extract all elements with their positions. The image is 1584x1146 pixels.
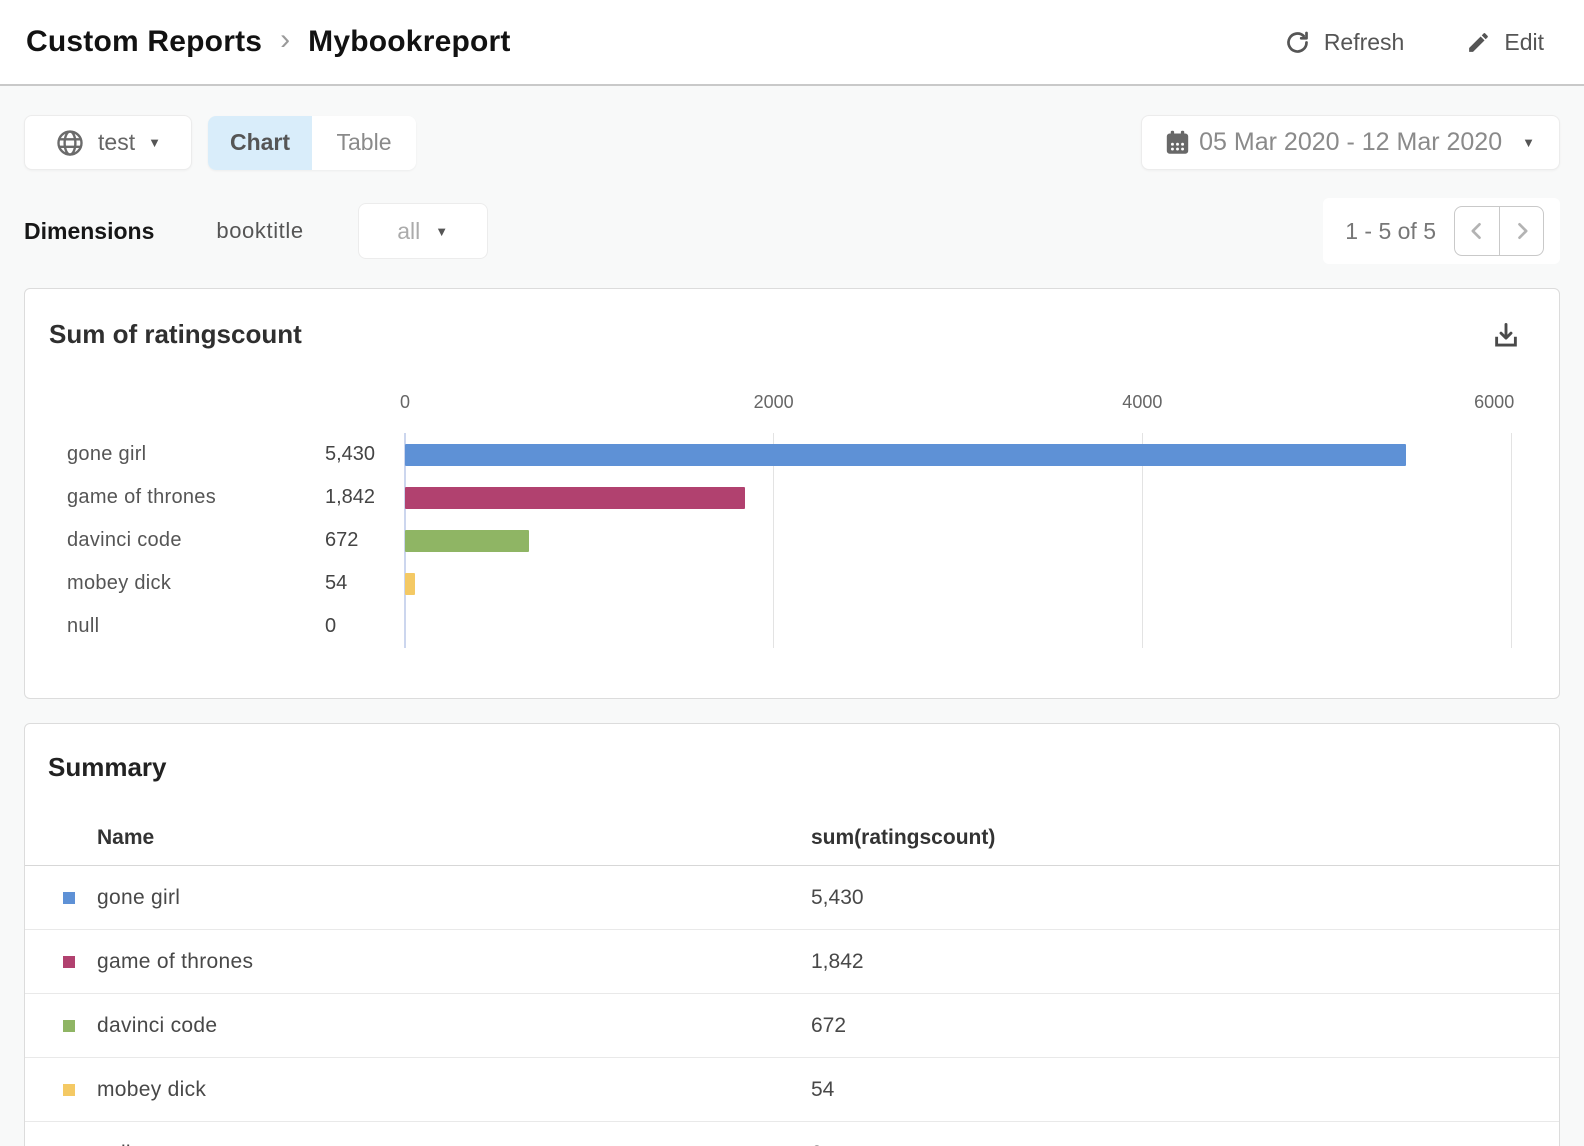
series-color-swatch	[63, 956, 75, 968]
edit-button[interactable]: Edit	[1466, 29, 1544, 56]
caret-down-icon: ▼	[1522, 135, 1535, 150]
cell-value: 672	[811, 1014, 846, 1038]
chart-title: Sum of ratingscount	[49, 319, 302, 350]
breadcrumb-parent[interactable]: Custom Reports	[26, 25, 262, 59]
cell-name: null	[97, 1142, 811, 1146]
chart-row-labels: mobey dick54	[67, 562, 405, 605]
x-tick-label: 0	[400, 392, 410, 413]
bar[interactable]	[405, 487, 745, 509]
value-label: 1,842	[325, 486, 375, 509]
dimension-filter-dropdown[interactable]: all ▼	[358, 203, 488, 259]
x-tick-label: 6000	[1474, 392, 1514, 413]
chevron-left-icon	[1467, 221, 1487, 241]
refresh-label: Refresh	[1324, 29, 1405, 56]
refresh-button[interactable]: Refresh	[1284, 29, 1405, 56]
x-tick-label: 2000	[754, 392, 794, 413]
table-row: davinci code672	[25, 994, 1559, 1058]
bar-row	[405, 476, 1511, 519]
pagination: 1 - 5 of 5	[1323, 198, 1560, 264]
breadcrumb: Custom Reports › Mybookreport	[26, 25, 511, 59]
pagination-info: 1 - 5 of 5	[1345, 218, 1436, 245]
date-range-label: 05 Mar 2020 - 12 Mar 2020	[1199, 128, 1502, 157]
tab-table[interactable]: Table	[312, 116, 416, 170]
dimensions-label: Dimensions	[24, 218, 154, 245]
cell-value: 0	[811, 1142, 823, 1146]
dimension-field-label: booktitle	[216, 218, 303, 244]
dimensions-row: Dimensions booktitle all ▼ 1 - 5 of 5	[0, 170, 1584, 288]
bar-row	[405, 605, 1511, 648]
chevron-right-icon	[1512, 221, 1532, 241]
summary-table: Name sum(ratingscount) gone girl5,430gam…	[25, 810, 1559, 1146]
previous-page-button[interactable]	[1455, 207, 1499, 255]
chart-categories: gone girl5,430game of thrones1,842davinc…	[25, 433, 405, 648]
cell-value: 1,842	[811, 950, 864, 974]
table-row: game of thrones1,842	[25, 930, 1559, 994]
bar-row	[405, 433, 1511, 476]
next-page-button[interactable]	[1499, 207, 1543, 255]
breadcrumb-separator-icon: ›	[280, 23, 290, 57]
scope-dropdown[interactable]: test ▼	[24, 115, 192, 170]
page-header: Custom Reports › Mybookreport Refresh Ed…	[0, 0, 1584, 86]
summary-card: Summary Name sum(ratingscount) gone girl…	[24, 723, 1560, 1146]
download-icon	[1491, 320, 1521, 350]
bar[interactable]	[405, 573, 415, 595]
header-actions: Refresh Edit	[1284, 29, 1544, 56]
edit-pencil-icon	[1466, 30, 1491, 55]
chart-row-labels: gone girl5,430	[67, 433, 405, 476]
value-label: 5,430	[325, 443, 375, 466]
bar-chart: gone girl5,430game of thrones1,842davinc…	[25, 433, 1559, 698]
value-label: 54	[325, 572, 347, 595]
x-tick-label: 4000	[1122, 392, 1162, 413]
column-header-value: sum(ratingscount)	[811, 826, 995, 850]
cell-value: 54	[811, 1078, 834, 1102]
category-label: null	[67, 615, 325, 638]
summary-table-header: Name sum(ratingscount)	[25, 810, 1559, 866]
calendar-icon	[1164, 129, 1191, 156]
series-color-swatch	[63, 1020, 75, 1032]
scope-label: test	[98, 129, 135, 156]
breadcrumb-current: Mybookreport	[308, 25, 510, 59]
pager-buttons	[1454, 206, 1544, 256]
dimension-filter-value: all	[397, 218, 420, 245]
x-axis: 0200040006000	[405, 392, 1511, 413]
table-row: null0	[25, 1122, 1559, 1146]
date-range-picker[interactable]: 05 Mar 2020 - 12 Mar 2020 ▼	[1141, 115, 1560, 170]
cell-name: davinci code	[97, 1014, 811, 1038]
chart-row-labels: null0	[67, 605, 405, 648]
category-label: davinci code	[67, 529, 325, 552]
download-button[interactable]	[1491, 320, 1521, 350]
cell-name: mobey dick	[97, 1078, 811, 1102]
refresh-icon	[1284, 29, 1311, 56]
chart-plot	[405, 433, 1511, 648]
value-label: 672	[325, 529, 358, 552]
category-label: gone girl	[67, 443, 325, 466]
bar[interactable]	[405, 530, 529, 552]
category-label: game of thrones	[67, 486, 325, 509]
chart-card: Sum of ratingscount 0 2000 4000 6000 gone g…	[24, 288, 1560, 699]
globe-icon	[55, 128, 85, 158]
bar-row	[405, 562, 1511, 605]
chart-row-labels: davinci code672	[67, 519, 405, 562]
edit-label: Edit	[1504, 29, 1544, 56]
cell-value: 5,430	[811, 886, 864, 910]
toolbar: test ▼ Chart Table 05 Mar 2020 - 12 Mar …	[0, 86, 1584, 170]
chart-row-labels: game of thrones1,842	[67, 476, 405, 519]
cell-name: gone girl	[97, 886, 811, 910]
caret-down-icon: ▼	[435, 224, 448, 239]
value-label: 0	[325, 615, 336, 638]
view-tabs: Chart Table	[208, 116, 416, 170]
cell-name: game of thrones	[97, 950, 811, 974]
table-row: mobey dick54	[25, 1058, 1559, 1122]
table-row: gone girl5,430	[25, 866, 1559, 930]
bar-row	[405, 519, 1511, 562]
tab-chart[interactable]: Chart	[208, 116, 312, 170]
column-header-name: Name	[97, 826, 811, 850]
summary-title: Summary	[25, 724, 1559, 783]
series-color-swatch	[63, 892, 75, 904]
bar[interactable]	[405, 444, 1406, 466]
category-label: mobey dick	[67, 572, 325, 595]
series-color-swatch	[63, 1084, 75, 1096]
summary-table-body: gone girl5,430game of thrones1,842davinc…	[25, 866, 1559, 1146]
caret-down-icon: ▼	[148, 135, 161, 150]
